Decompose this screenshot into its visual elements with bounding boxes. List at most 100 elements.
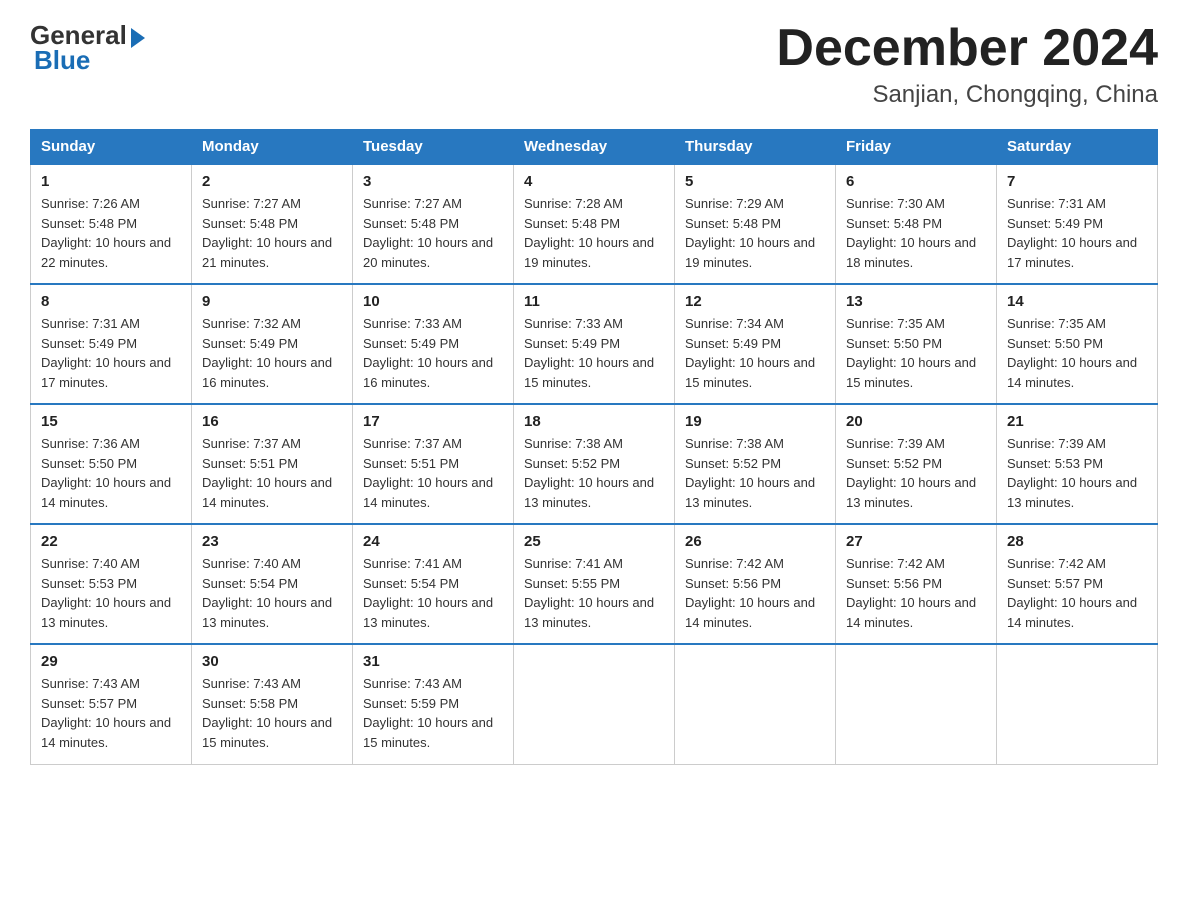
day-info: Sunrise: 7:29 AM Sunset: 5:48 PM Dayligh… bbox=[685, 194, 825, 272]
day-number: 23 bbox=[202, 533, 342, 550]
day-number: 30 bbox=[202, 653, 342, 670]
day-number: 8 bbox=[41, 293, 181, 310]
day-info: Sunrise: 7:32 AM Sunset: 5:49 PM Dayligh… bbox=[202, 314, 342, 392]
calendar-cell: 16 Sunrise: 7:37 AM Sunset: 5:51 PM Dayl… bbox=[192, 404, 353, 524]
day-info: Sunrise: 7:39 AM Sunset: 5:53 PM Dayligh… bbox=[1007, 434, 1147, 512]
day-number: 31 bbox=[363, 653, 503, 670]
day-info: Sunrise: 7:37 AM Sunset: 5:51 PM Dayligh… bbox=[363, 434, 503, 512]
calendar-cell: 1 Sunrise: 7:26 AM Sunset: 5:48 PM Dayli… bbox=[31, 164, 192, 284]
day-number: 12 bbox=[685, 293, 825, 310]
day-info: Sunrise: 7:30 AM Sunset: 5:48 PM Dayligh… bbox=[846, 194, 986, 272]
day-info: Sunrise: 7:38 AM Sunset: 5:52 PM Dayligh… bbox=[524, 434, 664, 512]
calendar-cell: 5 Sunrise: 7:29 AM Sunset: 5:48 PM Dayli… bbox=[675, 164, 836, 284]
day-number: 28 bbox=[1007, 533, 1147, 550]
day-info: Sunrise: 7:37 AM Sunset: 5:51 PM Dayligh… bbox=[202, 434, 342, 512]
day-number: 1 bbox=[41, 173, 181, 190]
day-number: 10 bbox=[363, 293, 503, 310]
day-info: Sunrise: 7:28 AM Sunset: 5:48 PM Dayligh… bbox=[524, 194, 664, 272]
calendar-cell: 14 Sunrise: 7:35 AM Sunset: 5:50 PM Dayl… bbox=[997, 284, 1158, 404]
column-header-sunday: Sunday bbox=[31, 130, 192, 165]
calendar-cell: 21 Sunrise: 7:39 AM Sunset: 5:53 PM Dayl… bbox=[997, 404, 1158, 524]
day-number: 29 bbox=[41, 653, 181, 670]
calendar-cell: 19 Sunrise: 7:38 AM Sunset: 5:52 PM Dayl… bbox=[675, 404, 836, 524]
column-header-saturday: Saturday bbox=[997, 130, 1158, 165]
column-header-friday: Friday bbox=[836, 130, 997, 165]
calendar-cell: 26 Sunrise: 7:42 AM Sunset: 5:56 PM Dayl… bbox=[675, 524, 836, 644]
logo-arrow-icon bbox=[131, 28, 145, 48]
day-number: 6 bbox=[846, 173, 986, 190]
calendar-cell: 25 Sunrise: 7:41 AM Sunset: 5:55 PM Dayl… bbox=[514, 524, 675, 644]
calendar-cell: 17 Sunrise: 7:37 AM Sunset: 5:51 PM Dayl… bbox=[353, 404, 514, 524]
calendar-cell: 2 Sunrise: 7:27 AM Sunset: 5:48 PM Dayli… bbox=[192, 164, 353, 284]
day-info: Sunrise: 7:27 AM Sunset: 5:48 PM Dayligh… bbox=[202, 194, 342, 272]
day-info: Sunrise: 7:43 AM Sunset: 5:58 PM Dayligh… bbox=[202, 674, 342, 752]
calendar-header: SundayMondayTuesdayWednesdayThursdayFrid… bbox=[31, 130, 1158, 165]
calendar-cell: 20 Sunrise: 7:39 AM Sunset: 5:52 PM Dayl… bbox=[836, 404, 997, 524]
day-number: 5 bbox=[685, 173, 825, 190]
day-number: 25 bbox=[524, 533, 664, 550]
day-info: Sunrise: 7:41 AM Sunset: 5:54 PM Dayligh… bbox=[363, 554, 503, 632]
page-header: General Blue December 2024 Sanjian, Chon… bbox=[30, 20, 1158, 109]
calendar-cell: 23 Sunrise: 7:40 AM Sunset: 5:54 PM Dayl… bbox=[192, 524, 353, 644]
day-number: 3 bbox=[363, 173, 503, 190]
calendar-week-5: 29 Sunrise: 7:43 AM Sunset: 5:57 PM Dayl… bbox=[31, 644, 1158, 764]
day-number: 15 bbox=[41, 413, 181, 430]
day-info: Sunrise: 7:31 AM Sunset: 5:49 PM Dayligh… bbox=[1007, 194, 1147, 272]
logo: General Blue bbox=[30, 20, 145, 76]
day-number: 24 bbox=[363, 533, 503, 550]
day-info: Sunrise: 7:27 AM Sunset: 5:48 PM Dayligh… bbox=[363, 194, 503, 272]
calendar-cell: 31 Sunrise: 7:43 AM Sunset: 5:59 PM Dayl… bbox=[353, 644, 514, 764]
day-number: 4 bbox=[524, 173, 664, 190]
month-title: December 2024 bbox=[776, 20, 1158, 77]
calendar-cell: 24 Sunrise: 7:41 AM Sunset: 5:54 PM Dayl… bbox=[353, 524, 514, 644]
day-info: Sunrise: 7:39 AM Sunset: 5:52 PM Dayligh… bbox=[846, 434, 986, 512]
calendar-cell: 29 Sunrise: 7:43 AM Sunset: 5:57 PM Dayl… bbox=[31, 644, 192, 764]
calendar-cell: 3 Sunrise: 7:27 AM Sunset: 5:48 PM Dayli… bbox=[353, 164, 514, 284]
calendar-cell: 13 Sunrise: 7:35 AM Sunset: 5:50 PM Dayl… bbox=[836, 284, 997, 404]
calendar-cell: 4 Sunrise: 7:28 AM Sunset: 5:48 PM Dayli… bbox=[514, 164, 675, 284]
day-number: 14 bbox=[1007, 293, 1147, 310]
calendar-cell: 7 Sunrise: 7:31 AM Sunset: 5:49 PM Dayli… bbox=[997, 164, 1158, 284]
day-number: 27 bbox=[846, 533, 986, 550]
day-info: Sunrise: 7:26 AM Sunset: 5:48 PM Dayligh… bbox=[41, 194, 181, 272]
day-number: 16 bbox=[202, 413, 342, 430]
calendar-cell: 27 Sunrise: 7:42 AM Sunset: 5:56 PM Dayl… bbox=[836, 524, 997, 644]
day-info: Sunrise: 7:33 AM Sunset: 5:49 PM Dayligh… bbox=[363, 314, 503, 392]
calendar-cell: 9 Sunrise: 7:32 AM Sunset: 5:49 PM Dayli… bbox=[192, 284, 353, 404]
calendar-cell: 22 Sunrise: 7:40 AM Sunset: 5:53 PM Dayl… bbox=[31, 524, 192, 644]
day-info: Sunrise: 7:43 AM Sunset: 5:57 PM Dayligh… bbox=[41, 674, 181, 752]
day-number: 19 bbox=[685, 413, 825, 430]
day-info: Sunrise: 7:38 AM Sunset: 5:52 PM Dayligh… bbox=[685, 434, 825, 512]
day-info: Sunrise: 7:34 AM Sunset: 5:49 PM Dayligh… bbox=[685, 314, 825, 392]
day-info: Sunrise: 7:40 AM Sunset: 5:54 PM Dayligh… bbox=[202, 554, 342, 632]
logo-blue-text: Blue bbox=[34, 45, 90, 76]
calendar-cell bbox=[514, 644, 675, 764]
header-row: SundayMondayTuesdayWednesdayThursdayFrid… bbox=[31, 130, 1158, 165]
day-number: 2 bbox=[202, 173, 342, 190]
calendar-body: 1 Sunrise: 7:26 AM Sunset: 5:48 PM Dayli… bbox=[31, 164, 1158, 764]
calendar-cell: 15 Sunrise: 7:36 AM Sunset: 5:50 PM Dayl… bbox=[31, 404, 192, 524]
calendar-cell bbox=[675, 644, 836, 764]
calendar-week-2: 8 Sunrise: 7:31 AM Sunset: 5:49 PM Dayli… bbox=[31, 284, 1158, 404]
day-info: Sunrise: 7:42 AM Sunset: 5:56 PM Dayligh… bbox=[685, 554, 825, 632]
calendar-cell: 6 Sunrise: 7:30 AM Sunset: 5:48 PM Dayli… bbox=[836, 164, 997, 284]
calendar-cell: 8 Sunrise: 7:31 AM Sunset: 5:49 PM Dayli… bbox=[31, 284, 192, 404]
column-header-thursday: Thursday bbox=[675, 130, 836, 165]
calendar-cell: 28 Sunrise: 7:42 AM Sunset: 5:57 PM Dayl… bbox=[997, 524, 1158, 644]
calendar-cell: 18 Sunrise: 7:38 AM Sunset: 5:52 PM Dayl… bbox=[514, 404, 675, 524]
day-info: Sunrise: 7:35 AM Sunset: 5:50 PM Dayligh… bbox=[846, 314, 986, 392]
day-info: Sunrise: 7:33 AM Sunset: 5:49 PM Dayligh… bbox=[524, 314, 664, 392]
calendar-table: SundayMondayTuesdayWednesdayThursdayFrid… bbox=[30, 129, 1158, 765]
title-area: December 2024 Sanjian, Chongqing, China bbox=[776, 20, 1158, 109]
calendar-cell bbox=[836, 644, 997, 764]
calendar-cell: 11 Sunrise: 7:33 AM Sunset: 5:49 PM Dayl… bbox=[514, 284, 675, 404]
day-info: Sunrise: 7:40 AM Sunset: 5:53 PM Dayligh… bbox=[41, 554, 181, 632]
day-number: 13 bbox=[846, 293, 986, 310]
day-info: Sunrise: 7:43 AM Sunset: 5:59 PM Dayligh… bbox=[363, 674, 503, 752]
day-number: 22 bbox=[41, 533, 181, 550]
calendar-cell: 30 Sunrise: 7:43 AM Sunset: 5:58 PM Dayl… bbox=[192, 644, 353, 764]
day-info: Sunrise: 7:41 AM Sunset: 5:55 PM Dayligh… bbox=[524, 554, 664, 632]
column-header-wednesday: Wednesday bbox=[514, 130, 675, 165]
column-header-tuesday: Tuesday bbox=[353, 130, 514, 165]
day-info: Sunrise: 7:35 AM Sunset: 5:50 PM Dayligh… bbox=[1007, 314, 1147, 392]
